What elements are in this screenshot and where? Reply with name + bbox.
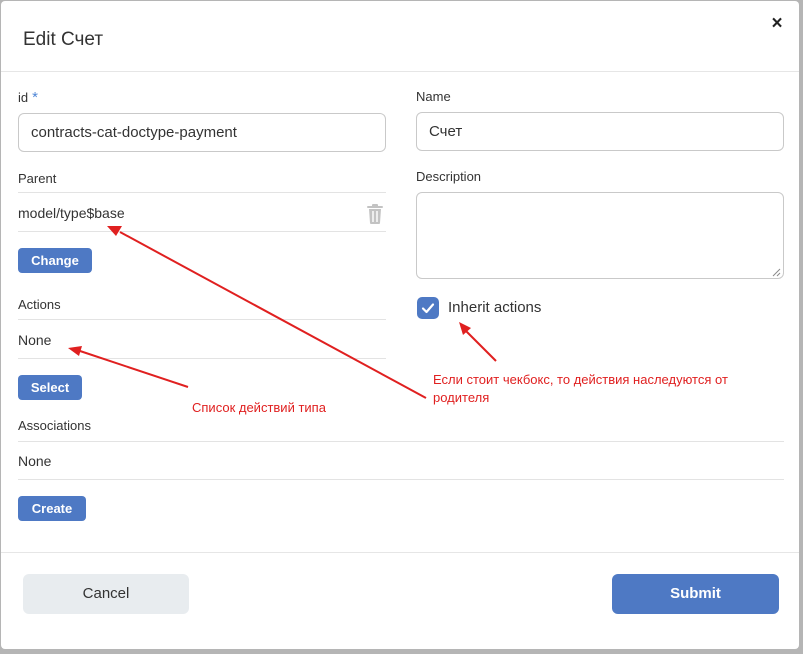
id-input[interactable]: [18, 113, 386, 152]
inherit-annotation: Если стоит чекбокс, то действия наследую…: [433, 371, 728, 407]
submit-button[interactable]: Submit: [612, 574, 779, 614]
actions-value: None: [18, 332, 52, 348]
actions-bottom-divider: [18, 358, 386, 359]
associations-label: Associations: [18, 418, 91, 433]
change-button[interactable]: Change: [18, 248, 92, 273]
footer-divider: [1, 552, 799, 553]
parent-bottom-divider: [18, 231, 386, 232]
resize-grip-icon[interactable]: [771, 267, 781, 277]
edit-dialog: Edit Счет × id* Parent model/type$base C…: [1, 1, 799, 649]
actions-label: Actions: [18, 297, 61, 312]
inherit-actions-checkbox[interactable]: [417, 297, 439, 319]
required-mark: *: [32, 89, 38, 106]
id-label: id *: [18, 89, 38, 106]
associations-value: None: [18, 453, 52, 469]
dialog-title: Edit Счет: [23, 29, 104, 50]
name-input[interactable]: [416, 112, 784, 151]
associations-top-divider: [18, 441, 784, 442]
inherit-annotation-line2: родителя: [433, 390, 490, 405]
actions-annotation: Список действий типа: [192, 400, 326, 415]
header-divider: [1, 71, 799, 72]
select-button[interactable]: Select: [18, 375, 82, 400]
parent-top-divider: [18, 192, 386, 193]
check-icon: [421, 303, 435, 314]
name-label: Name: [416, 89, 451, 104]
inherit-actions-label: Inherit actions: [448, 299, 542, 316]
description-textarea[interactable]: [416, 192, 784, 279]
actions-top-divider: [18, 319, 386, 320]
inherit-annotation-line1: Если стоит чекбокс, то действия наследую…: [433, 372, 728, 387]
trash-icon[interactable]: [365, 203, 385, 225]
create-button[interactable]: Create: [18, 496, 86, 521]
parent-value: model/type$base: [18, 205, 125, 221]
close-icon[interactable]: ×: [765, 11, 789, 37]
parent-label: Parent: [18, 171, 57, 186]
description-label: Description: [416, 169, 482, 184]
associations-bottom-divider: [18, 479, 784, 480]
cancel-button[interactable]: Cancel: [23, 574, 189, 614]
